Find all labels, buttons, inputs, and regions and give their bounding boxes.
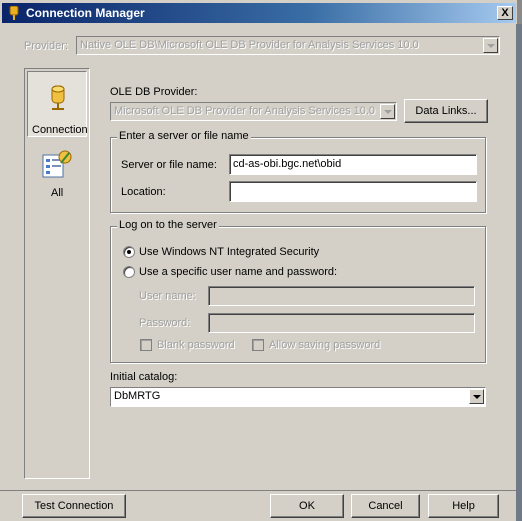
windows-auth-radio[interactable] [123,246,135,258]
connection-manager-window: Connection Manager X Provider: Native OL… [0,0,522,521]
background-strip [516,24,522,521]
catalog-value: DbMRTG [114,390,161,402]
database-icon [51,85,65,110]
help-button[interactable]: Help [428,494,499,518]
server-input[interactable]: cd-as-obi.bgc.net\obid [229,154,477,175]
username-label: User name: [139,290,196,302]
specific-user-radio[interactable] [123,266,135,278]
blank-password-label: Blank password [157,339,235,351]
chevron-down-icon[interactable] [380,104,395,119]
sidebar-item-all[interactable]: All [27,149,87,205]
provider-select[interactable]: Native OLE DB\Microsoft OLE DB Provider … [76,36,500,55]
window-title: Connection Manager [26,6,145,20]
username-input[interactable] [208,286,475,306]
chevron-down-icon[interactable] [469,389,484,404]
location-input[interactable] [229,181,477,202]
allow-saving-checkbox[interactable] [252,339,264,351]
catalog-select[interactable]: DbMRTG [110,387,486,407]
data-links-button[interactable]: Data Links... [404,99,488,123]
title-bar[interactable]: Connection Manager [2,3,516,23]
sidebar-item-connection[interactable]: Connection [27,71,88,137]
chevron-down-icon[interactable] [483,38,498,53]
oledb-provider-select[interactable]: Microsoft OLE DB Provider for Analysis S… [110,102,397,121]
oledb-label: OLE DB Provider: [110,86,198,98]
password-input[interactable] [208,313,475,333]
server-value: cd-as-obi.bgc.net\obid [233,158,342,170]
sidebar-item-label: Connection [32,124,88,136]
properties-icon [42,150,72,178]
location-label: Location: [121,186,166,198]
specific-user-label[interactable]: Use a specific user name and password: [139,266,337,278]
cancel-button[interactable]: Cancel [351,494,420,518]
catalog-label: Initial catalog: [110,371,178,383]
provider-label: Provider: [24,40,69,52]
ok-button[interactable]: OK [270,494,344,518]
provider-value: Native OLE DB\Microsoft OLE DB Provider … [80,39,419,51]
sidebar-item-label: All [51,187,64,199]
server-group-legend: Enter a server or file name [117,130,251,142]
blank-password-checkbox[interactable] [140,339,152,351]
test-connection-button[interactable]: Test Connection [22,494,126,518]
password-label: Password: [139,317,191,329]
page-list: Connection All [24,68,90,479]
allow-saving-label: Allow saving password [269,339,381,351]
close-button[interactable]: X [497,6,513,20]
connection-icon [9,6,19,20]
windows-auth-label[interactable]: Use Windows NT Integrated Security [139,246,319,258]
server-label: Server or file name: [121,159,217,171]
logon-group-legend: Log on to the server [117,219,219,231]
divider [0,490,516,491]
oledb-provider-value: Microsoft OLE DB Provider for Analysis S… [114,105,376,117]
